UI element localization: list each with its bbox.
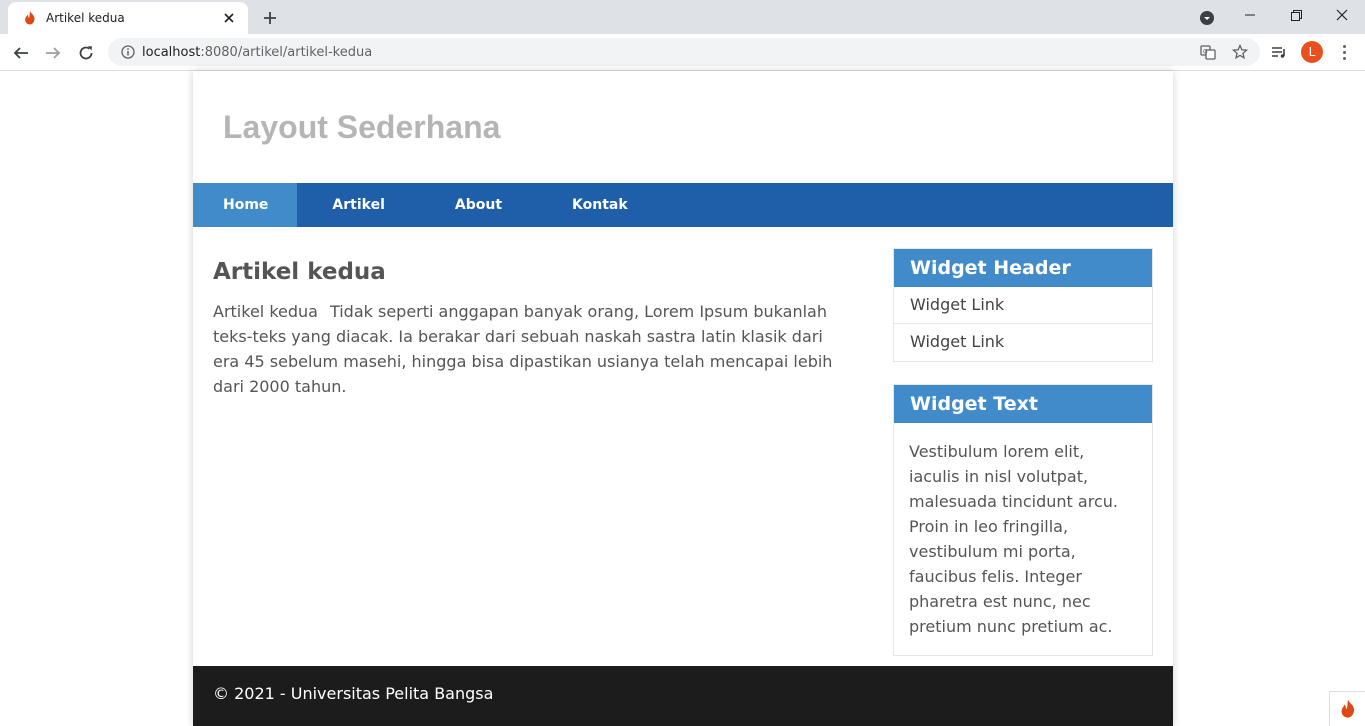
sidebar: Widget Header Widget Link Widget Link Wi… bbox=[893, 248, 1153, 678]
url-path: :8080/artikel/artikel-kedua bbox=[200, 44, 373, 60]
site-title: Layout Sederhana bbox=[223, 108, 501, 145]
tab-search-icon[interactable] bbox=[1197, 8, 1217, 28]
browser-tab-strip: Artikel kedua bbox=[0, 0, 1365, 34]
browser-toolbar: localhost:8080/artikel/artikel-kedua G L bbox=[0, 34, 1365, 71]
widget-text-header: Widget Text bbox=[894, 385, 1152, 423]
nav-artikel[interactable]: Artikel bbox=[297, 183, 419, 227]
widget-text-body: Vestibulum lorem elit, iaculis in nisl v… bbox=[909, 442, 1118, 636]
tab-title: Artikel kedua bbox=[46, 11, 125, 25]
site-header: Layout Sederhana bbox=[193, 71, 1173, 183]
article: Artikel kedua Artikel kedua Tidak seperti… bbox=[213, 259, 853, 399]
codeigniter-debug-toolbar-icon[interactable] bbox=[1329, 691, 1365, 726]
svg-text:G: G bbox=[1203, 49, 1208, 56]
translate-icon[interactable]: G bbox=[1198, 42, 1218, 62]
reload-icon[interactable] bbox=[73, 40, 99, 66]
site-footer: © 2021 - Universitas Pelita Bangsa bbox=[193, 666, 1173, 726]
article-image-alt: Artikel kedua bbox=[213, 302, 318, 321]
nav-kontak[interactable]: Kontak bbox=[537, 183, 663, 227]
tab-close-icon[interactable] bbox=[220, 9, 238, 27]
fire-favicon-icon bbox=[22, 10, 38, 26]
back-icon[interactable] bbox=[8, 40, 34, 66]
content-area: Artikel kedua Artikel kedua Tidak seperti… bbox=[193, 227, 1173, 666]
maximize-icon[interactable] bbox=[1273, 0, 1319, 30]
new-tab-plus-icon[interactable] bbox=[258, 6, 282, 30]
url-host: localhost bbox=[142, 44, 201, 60]
nav-home[interactable]: Home bbox=[193, 183, 298, 227]
address-bar[interactable]: localhost:8080/artikel/artikel-kedua bbox=[108, 38, 1260, 66]
widget-header: Widget Header bbox=[894, 249, 1152, 287]
main-nav: Home Artikel About Kontak bbox=[193, 183, 1173, 227]
minimize-icon[interactable] bbox=[1227, 0, 1273, 30]
info-icon[interactable] bbox=[120, 44, 136, 60]
profile-avatar[interactable]: L bbox=[1301, 41, 1323, 63]
article-image: Artikel kedua bbox=[213, 299, 318, 324]
kebab-menu-icon[interactable] bbox=[1334, 41, 1354, 63]
star-bookmark-icon[interactable] bbox=[1230, 42, 1250, 62]
widget-text: Widget Text Vestibulum lorem elit, iacul… bbox=[893, 384, 1153, 656]
page-viewport: Layout Sederhana Home Artikel About Kont… bbox=[0, 71, 1365, 726]
widget-link-2[interactable]: Widget Link bbox=[894, 324, 1152, 361]
site-container: Layout Sederhana Home Artikel About Kont… bbox=[193, 71, 1173, 726]
article-body: Artikel kedua Tidak seperti anggapan bany… bbox=[213, 299, 853, 399]
media-queue-icon[interactable] bbox=[1269, 42, 1289, 62]
forward-icon[interactable] bbox=[40, 40, 66, 66]
url-text: localhost:8080/artikel/artikel-kedua bbox=[142, 45, 372, 60]
widget-links: Widget Header Widget Link Widget Link bbox=[893, 248, 1153, 362]
widget-link-1[interactable]: Widget Link bbox=[894, 287, 1152, 324]
browser-tab[interactable]: Artikel kedua bbox=[8, 2, 248, 34]
nav-about[interactable]: About bbox=[420, 183, 537, 227]
footer-text: © 2021 - Universitas Pelita Bangsa bbox=[213, 684, 494, 703]
window-close-icon[interactable] bbox=[1319, 0, 1365, 30]
article-title: Artikel kedua bbox=[213, 259, 386, 285]
